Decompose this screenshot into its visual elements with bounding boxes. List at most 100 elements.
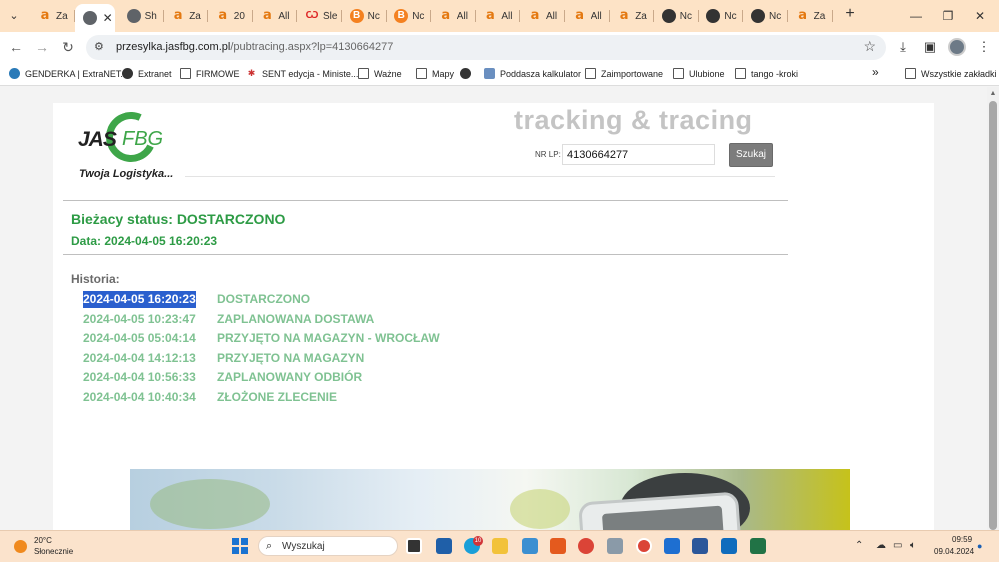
- close-window-icon[interactable]: ✕: [970, 6, 990, 26]
- notification-badge: 10: [473, 536, 483, 546]
- tab-title: All: [278, 10, 290, 22]
- file-explorer-icon[interactable]: [492, 538, 508, 554]
- tracking-title: tracking & tracing: [514, 105, 753, 135]
- new-tab-button[interactable]: +: [842, 6, 858, 22]
- defender-icon[interactable]: [664, 538, 680, 554]
- gh-icon: [706, 9, 721, 23]
- tab-title: Za: [189, 10, 201, 22]
- globe-icon: [460, 68, 471, 79]
- bookmark-label: Mapy: [432, 68, 455, 79]
- menu-icon[interactable]: ⋮: [976, 39, 992, 55]
- close-tab-icon[interactable]: ✕: [103, 11, 113, 25]
- bookmark-item[interactable]: FIRMOWE: [180, 68, 240, 79]
- url-path: /pubtracing.aspx?lp=4130664277: [230, 41, 394, 53]
- tab-strip: ⌄ a Za ✕ Sh a Za a 20 a All Ѡ Śle B Nc B Nc a All a All a All…: [0, 0, 999, 32]
- sun-icon[interactable]: [14, 540, 27, 553]
- history-date: 2024-04-04 10:40:34: [83, 390, 196, 404]
- bookmark-item[interactable]: [460, 68, 476, 79]
- bookmark-item[interactable]: Extranet: [122, 68, 172, 79]
- all-bookmarks-button[interactable]: Wszystkie zakładki: [905, 68, 997, 79]
- browser-tab[interactable]: a All: [431, 4, 476, 28]
- notification-bell-icon[interactable]: ●: [977, 541, 986, 552]
- windows-start-icon[interactable]: [232, 538, 248, 554]
- bookmark-label: Extranet: [138, 68, 172, 79]
- calculator-icon[interactable]: [607, 538, 623, 554]
- browser-tab[interactable]: a All: [520, 4, 565, 28]
- browser-tab[interactable]: a All: [565, 4, 610, 28]
- search-button[interactable]: Szukaj: [729, 143, 773, 167]
- profile-avatar[interactable]: [948, 38, 966, 56]
- browser-tab[interactable]: Ѡ Śle: [297, 4, 342, 28]
- tab-title: Nc: [367, 10, 380, 22]
- bookmark-item[interactable]: Ważne: [358, 68, 402, 79]
- reload-icon[interactable]: ↻: [58, 37, 78, 57]
- bookmark-item[interactable]: Zaimportowane: [585, 68, 663, 79]
- monitor-icon[interactable]: ▭: [893, 540, 902, 551]
- current-status: Bieżacy status: DOSTARCZONO: [71, 211, 286, 227]
- onedrive-icon[interactable]: ☁: [876, 540, 886, 551]
- bookmark-item[interactable]: Mapy: [416, 68, 454, 79]
- clock-date[interactable]: 09.04.2024: [934, 547, 974, 556]
- browser-tab[interactable]: a Za: [163, 4, 209, 28]
- site-info-icon[interactable]: ⚙: [94, 40, 104, 53]
- taskbar-search[interactable]: ⌕ Wyszukaj: [258, 536, 398, 556]
- browser-tab[interactable]: ✕: [74, 4, 115, 32]
- bookmark-item[interactable]: Poddasza kalkulator: [484, 68, 581, 79]
- history-event: DOSTARCZONO: [217, 292, 311, 306]
- task-view-icon[interactable]: [406, 538, 422, 554]
- jasfbg-logo[interactable]: JAS FBG: [78, 104, 168, 170]
- browser-tab[interactable]: Nc: [743, 4, 788, 28]
- download-icon[interactable]: ⤓: [895, 39, 911, 55]
- store-icon[interactable]: [436, 538, 452, 554]
- tab-title: Za: [56, 10, 68, 22]
- tab-title: Nc: [679, 10, 693, 22]
- weather-desc[interactable]: Słonecznie: [34, 547, 73, 556]
- browser-tab[interactable]: a All: [252, 4, 298, 28]
- volume-icon[interactable]: 🔈︎: [910, 540, 916, 551]
- bookmark-item[interactable]: tango -kroki: [735, 68, 798, 79]
- folder-icon: [735, 68, 746, 79]
- bookmark-star-icon[interactable]: ☆: [863, 38, 876, 55]
- browser-tab[interactable]: a 20: [208, 4, 253, 28]
- browser-tab[interactable]: Nc: [654, 4, 699, 28]
- bookmark-item[interactable]: Ulubione: [673, 68, 725, 79]
- browser-tab[interactable]: a All: [475, 4, 521, 28]
- weather-temp[interactable]: 20°C: [34, 536, 52, 545]
- restore-icon[interactable]: ❐: [938, 6, 958, 26]
- minimize-icon[interactable]: —: [906, 6, 926, 26]
- browser-tab[interactable]: a Za: [30, 4, 75, 28]
- nrlp-input[interactable]: [562, 144, 715, 165]
- url-text[interactable]: przesylka.jasfbg.com.pl/pubtracing.aspx?…: [116, 41, 393, 53]
- browser-tab[interactable]: Nc: [698, 4, 744, 28]
- excel-icon[interactable]: [750, 538, 766, 554]
- chrome-icon[interactable]: [578, 538, 594, 554]
- side-panel-icon[interactable]: ▣: [922, 39, 938, 55]
- clock-time[interactable]: 09:59: [952, 535, 972, 544]
- folder-icon: [180, 68, 191, 79]
- office-icon[interactable]: [550, 538, 566, 554]
- back-icon[interactable]: ←: [6, 37, 26, 57]
- history-event: PRZYJĘTO NA MAGAZYN - WROCŁAW: [217, 331, 440, 346]
- chrome-active-icon[interactable]: [636, 538, 652, 554]
- forward-icon[interactable]: →: [32, 37, 52, 57]
- app-icon-1[interactable]: [522, 538, 538, 554]
- browser-tab[interactable]: a Za: [788, 4, 833, 28]
- history-label: Historia:: [71, 272, 120, 286]
- scroll-up-icon[interactable]: ▲: [988, 90, 998, 98]
- scrollbar-thumb[interactable]: [989, 101, 997, 530]
- folder-icon: [585, 68, 596, 79]
- browser-tab[interactable]: B Nc: [386, 4, 432, 28]
- word-icon[interactable]: [692, 538, 708, 554]
- bookmark-item[interactable]: ✱ SENT edycja - Ministe...: [246, 68, 359, 79]
- outlook-icon[interactable]: [721, 538, 737, 554]
- browser-tab[interactable]: B Nc: [342, 4, 387, 28]
- address-bar[interactable]: ⚙ przesylka.jasfbg.com.pl/pubtracing.asp…: [86, 35, 886, 60]
- bookmark-item[interactable]: GENDERKA | ExtraNET...: [9, 68, 128, 79]
- bookmarks-overflow-button[interactable]: »: [872, 65, 879, 79]
- status-divider-bottom: [63, 254, 788, 255]
- tab-search-chevron-icon[interactable]: ⌄: [4, 6, 24, 26]
- tray-chevron-icon[interactable]: ⌃: [855, 540, 863, 551]
- tab-title: Za: [635, 10, 647, 22]
- browser-tab[interactable]: a Za: [609, 4, 655, 28]
- browser-tab[interactable]: Sh: [119, 4, 164, 28]
